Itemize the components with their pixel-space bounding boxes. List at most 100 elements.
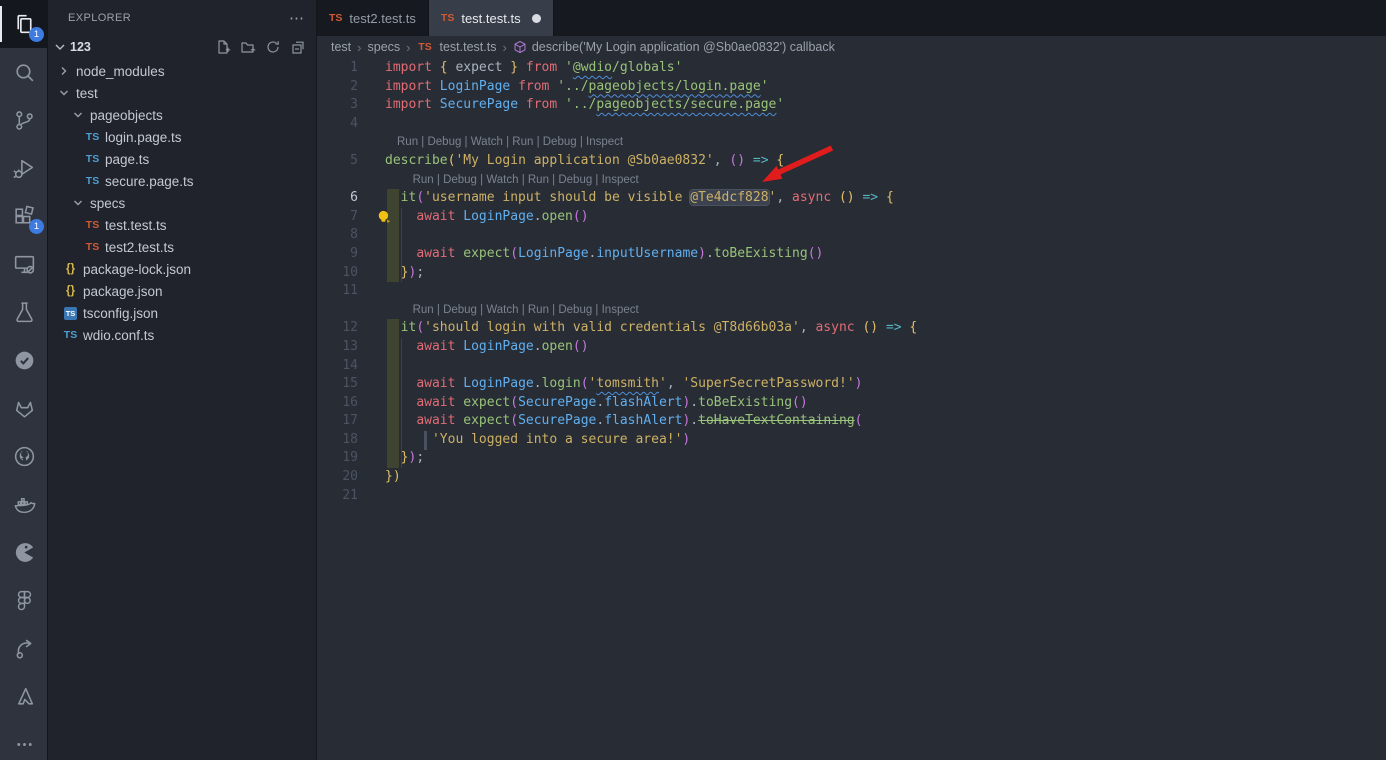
- sidebar-item-test-test-ts[interactable]: TStest.test.ts: [48, 214, 316, 236]
- activity-item-figma[interactable]: [0, 576, 48, 624]
- sidebar-item-specs[interactable]: specs: [48, 192, 316, 214]
- breadcrumb-item-specs[interactable]: specs: [368, 40, 401, 54]
- line-number[interactable]: 16: [317, 394, 358, 413]
- line-number[interactable]: 4: [317, 115, 358, 134]
- sidebar-item-page-ts[interactable]: TSpage.ts: [48, 148, 316, 170]
- badge: 1: [29, 27, 44, 42]
- sidebar-item-package-json[interactable]: {}package.json: [48, 280, 316, 302]
- line-number[interactable]: 2: [317, 78, 358, 97]
- new-folder-icon[interactable]: [240, 39, 256, 55]
- sidebar-item-tsconfig-json[interactable]: TStsconfig.json: [48, 302, 316, 324]
- activity-item-source-control[interactable]: [0, 96, 48, 144]
- tab-test2-test-ts[interactable]: TStest2.test.ts: [317, 0, 429, 36]
- file-label: secure.page.ts: [105, 174, 194, 189]
- activity-item-remote-explorer[interactable]: [0, 240, 48, 288]
- breadcrumb-item-test[interactable]: test: [331, 40, 351, 54]
- code-text: await expect(LoginPage.inputUsername).to…: [358, 245, 823, 264]
- breadcrumb-symbol[interactable]: describe('My Login application @Sb0ae083…: [513, 40, 835, 54]
- code-editor[interactable]: 1import { expect } from '@wdio/globals'2…: [317, 58, 1386, 760]
- activity-item-overflow[interactable]: [0, 720, 48, 760]
- activity-bar: 11: [0, 0, 48, 760]
- sidebar-item-pageobjects[interactable]: pageobjects: [48, 104, 316, 126]
- code-token: [385, 376, 416, 391]
- activity-item-run-and-debug[interactable]: [0, 144, 48, 192]
- code-line-4: 4: [317, 115, 1386, 134]
- code-token: .: [534, 339, 542, 354]
- line-number[interactable]: 14: [317, 357, 358, 376]
- breadcrumb-file[interactable]: test.test.ts: [440, 40, 497, 54]
- line-number[interactable]: 1: [317, 59, 358, 78]
- activity-item-github[interactable]: [0, 432, 48, 480]
- quick-fix-lightbulb-icon[interactable]: [376, 209, 393, 226]
- code-text: [358, 226, 385, 245]
- code-text: import { expect } from '@wdio/globals': [358, 59, 682, 78]
- sidebar-more-icon[interactable]: ⋯: [289, 9, 304, 27]
- activity-item-docker[interactable]: [0, 480, 48, 528]
- code-token: ': [565, 60, 573, 75]
- line-number[interactable]: 12: [317, 319, 358, 338]
- activity-item-pacman[interactable]: [0, 528, 48, 576]
- line-number[interactable]: 17: [317, 412, 358, 431]
- activity-item-testing[interactable]: [0, 288, 48, 336]
- code-token: ;: [416, 450, 424, 465]
- file-label: login.page.ts: [105, 130, 182, 145]
- breadcrumb: test›specs›TStest.test.ts›describe('My L…: [317, 36, 1386, 58]
- code-token: [878, 190, 886, 205]
- sidebar-item-test2-test-ts[interactable]: TStest2.test.ts: [48, 236, 316, 258]
- line-number[interactable]: 10: [317, 264, 358, 283]
- sidebar-item-login-page-ts[interactable]: TSlogin.page.ts: [48, 126, 316, 148]
- codelens-actions[interactable]: Run | Debug | Watch | Run | Debug | Insp…: [317, 301, 1386, 320]
- code-line-14: 14: [317, 357, 1386, 376]
- line-number[interactable]: 15: [317, 375, 358, 394]
- code-token: LoginPage: [463, 376, 533, 391]
- collapse-all-icon[interactable]: [290, 39, 306, 55]
- sidebar-item-package-lock-json[interactable]: {}package-lock.json: [48, 258, 316, 280]
- code-token: login: [542, 376, 581, 391]
- sidebar-item-node-modules[interactable]: node_modules: [48, 60, 316, 82]
- code-line-18: 18 'You logged into a secure area!'): [317, 431, 1386, 450]
- line-number[interactable]: 3: [317, 96, 358, 115]
- workspace-section-header[interactable]: 123: [48, 36, 316, 58]
- line-number[interactable]: 20: [317, 468, 358, 487]
- new-file-icon[interactable]: [215, 39, 231, 55]
- line-number[interactable]: 8: [317, 226, 358, 245]
- line-number[interactable]: 21: [317, 487, 358, 506]
- explorer-sidebar: EXPLORER ⋯ 123 node_modulestestpageobjec…: [48, 0, 317, 760]
- activity-item-search[interactable]: [0, 48, 48, 96]
- line-number[interactable]: 13: [317, 338, 358, 357]
- ts-blue-file-icon: TS: [84, 153, 101, 165]
- code-text: }): [358, 468, 401, 487]
- codelens-actions[interactable]: Run | Debug | Watch | Run | Debug | Insp…: [317, 133, 1386, 152]
- tab-test-test-ts[interactable]: TStest.test.ts: [429, 0, 554, 36]
- line-number[interactable]: 19: [317, 449, 358, 468]
- code-token: (: [510, 413, 518, 428]
- activity-item-azure[interactable]: [0, 672, 48, 720]
- line-number[interactable]: 9: [317, 245, 358, 264]
- sidebar-item-secure-page-ts[interactable]: TSsecure.page.ts: [48, 170, 316, 192]
- activity-bar-items: 11: [0, 0, 47, 760]
- code-token: await: [416, 395, 455, 410]
- line-number[interactable]: 11: [317, 282, 358, 301]
- sidebar-item-wdio-conf-ts[interactable]: TSwdio.conf.ts: [48, 324, 316, 346]
- code-token: [510, 79, 518, 94]
- code-line-16: 16 await expect(SecurePage.flashAlert).t…: [317, 394, 1386, 413]
- code-token: .: [596, 395, 604, 410]
- activity-item-extensions[interactable]: 1: [0, 192, 48, 240]
- line-number[interactable]: 18: [317, 431, 358, 450]
- activity-item-live-share[interactable]: [0, 624, 48, 672]
- line-number[interactable]: 5: [317, 152, 358, 171]
- activity-item-gitlab[interactable]: [0, 384, 48, 432]
- ts-blue-file-icon: TS: [62, 329, 79, 341]
- code-token: SecurePage: [518, 395, 596, 410]
- refresh-icon[interactable]: [265, 39, 281, 55]
- modified-dot-icon[interactable]: [532, 14, 541, 23]
- sidebar-item-test[interactable]: test: [48, 82, 316, 104]
- line-number[interactable]: 7: [317, 208, 358, 227]
- line-number[interactable]: 6: [317, 189, 358, 208]
- code-token: (): [862, 320, 878, 335]
- activity-item-explorer[interactable]: 1: [0, 0, 48, 48]
- activity-item-check-circle[interactable]: [0, 336, 48, 384]
- gitlab-icon: [12, 396, 37, 421]
- codelens-actions[interactable]: Run | Debug | Watch | Run | Debug | Insp…: [317, 171, 1386, 190]
- code-token: .: [690, 395, 698, 410]
